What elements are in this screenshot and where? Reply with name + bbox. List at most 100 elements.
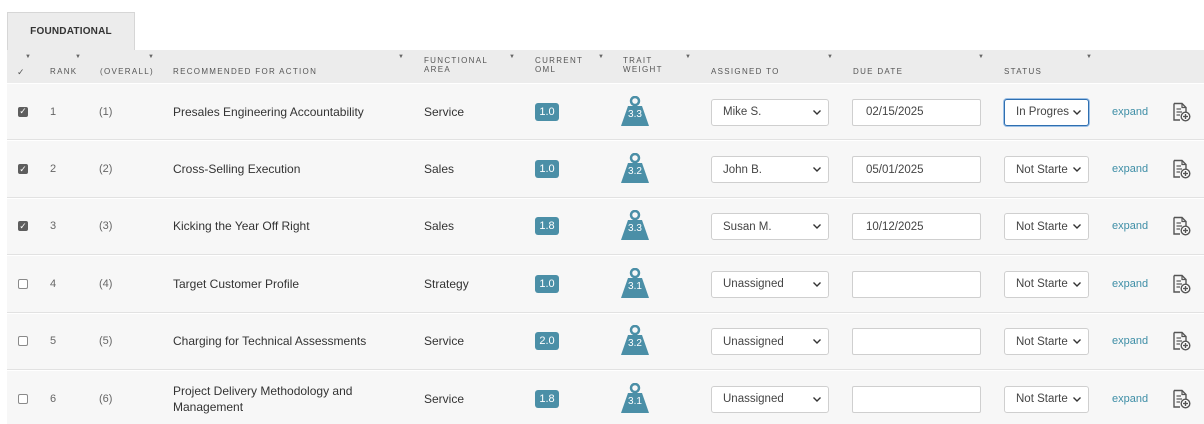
oml-badge: 1.8	[535, 389, 559, 408]
assigned-to-select[interactable]: Mike S.	[711, 98, 829, 126]
row-checkbox[interactable]	[18, 336, 28, 347]
status-value: Not Starte	[1016, 163, 1068, 176]
status-value: Not Starte	[1016, 393, 1068, 406]
status-select[interactable]: In Progres	[1004, 98, 1089, 126]
status-select[interactable]: Not Starte	[1004, 328, 1089, 356]
sort-arrow-icon[interactable]: ▼	[75, 54, 82, 60]
due-date-input[interactable]	[852, 385, 981, 413]
header-oml-line1: CURRENT	[535, 56, 584, 65]
sort-arrow-icon[interactable]: ▼	[398, 54, 405, 60]
table-row: ✓ 2 (2) Cross-Selling Execution Sales 1.0 3.2 J…	[7, 140, 1204, 198]
assigned-to-select[interactable]: Unassigned	[711, 328, 829, 356]
assigned-to-select[interactable]: Unassigned	[711, 385, 829, 413]
document-add-icon[interactable]	[1171, 159, 1191, 179]
chevron-down-icon	[813, 396, 821, 402]
status-select[interactable]: Not Starte	[1004, 213, 1089, 241]
assigned-to-select[interactable]: John B.	[711, 156, 829, 184]
assigned-to-value: John B.	[723, 163, 762, 176]
document-add-icon[interactable]	[1171, 389, 1191, 409]
chevron-down-icon	[1073, 109, 1081, 115]
sort-arrow-icon[interactable]: ▼	[1086, 54, 1093, 60]
functional-area: Sales	[424, 219, 455, 234]
action-name: Target Customer Profile	[173, 276, 300, 291]
checkmark-icon: ✓	[19, 220, 27, 231]
row-checkbox[interactable]	[18, 278, 28, 289]
assigned-to-select[interactable]: Susan M.	[711, 213, 829, 241]
header-overall[interactable]: (OVERALL)	[100, 67, 154, 76]
sort-arrow-icon[interactable]: ▼	[25, 54, 32, 60]
rank-value: 5	[50, 335, 57, 348]
due-date-input[interactable]: 10/12/2025	[852, 213, 981, 241]
assigned-to-value: Susan M.	[723, 220, 772, 233]
header-rank[interactable]: RANK	[50, 67, 77, 76]
status-value: Not Starte	[1016, 220, 1068, 233]
sort-arrow-icon[interactable]: ▼	[827, 54, 834, 60]
header-status[interactable]: STATUS	[1004, 67, 1042, 76]
due-date-input[interactable]: 05/01/2025	[852, 156, 981, 184]
table-row: 4 (4) Target Customer Profile Strategy 1.0 3.…	[7, 255, 1204, 313]
row-checkbox[interactable]	[18, 393, 28, 404]
functional-area: Service	[424, 391, 465, 406]
expand-link[interactable]: expand	[1112, 335, 1148, 347]
oml-badge: 2.0	[535, 332, 559, 351]
expand-link[interactable]: expand	[1112, 278, 1148, 290]
expand-link[interactable]: expand	[1112, 163, 1148, 175]
assigned-to-value: Mike S.	[723, 106, 762, 119]
table-row: ✓ 3 (3) Kicking the Year Off Right Sales 1.8 3…	[7, 197, 1204, 256]
header-due[interactable]: DUE DATE	[853, 67, 903, 76]
table-body: ✓ 1 (1) Presales Engineering Accountability…	[7, 83, 1204, 424]
expand-link[interactable]: expand	[1112, 106, 1148, 118]
status-select[interactable]: Not Starte	[1004, 385, 1089, 413]
due-date-input[interactable]	[852, 270, 981, 298]
header-weight[interactable]: TRAIT WEIGHT	[623, 56, 663, 74]
rank-value: 6	[50, 392, 57, 405]
sort-arrow-icon[interactable]: ▼	[978, 54, 985, 60]
tab-bar: FOUNDATIONAL	[0, 0, 1204, 50]
header-weight-line2: WEIGHT	[623, 65, 663, 74]
header-assigned[interactable]: ASSIGNED TO	[711, 67, 780, 76]
expand-link[interactable]: expand	[1112, 393, 1148, 405]
overall-rank-value: (2)	[99, 163, 113, 176]
trait-weight-value: 3.2	[628, 338, 642, 350]
assigned-to-value: Unassigned	[723, 335, 784, 348]
table-row: 5 (5) Charging for Technical Assessments Se…	[7, 312, 1204, 370]
status-select[interactable]: Not Starte	[1004, 156, 1089, 184]
header-action[interactable]: RECOMMENDED FOR ACTION	[173, 67, 317, 76]
trait-weight-value: 3.1	[628, 395, 642, 407]
sort-arrow-icon[interactable]: ▼	[509, 54, 516, 60]
row-checkbox[interactable]: ✓	[18, 164, 28, 175]
trait-weight-value: 3.3	[628, 108, 642, 120]
oml-badge: 1.0	[535, 160, 559, 179]
assigned-to-value: Unassigned	[723, 393, 784, 406]
action-name: Project Delivery Methodology and Managem…	[173, 383, 353, 414]
overall-rank-value: (5)	[99, 335, 113, 348]
due-date-input[interactable]	[852, 328, 981, 356]
chevron-down-icon	[1073, 281, 1081, 287]
document-add-icon[interactable]	[1171, 331, 1191, 351]
rank-value: 3	[50, 220, 57, 233]
functional-area: Sales	[424, 162, 455, 177]
document-add-icon[interactable]	[1171, 102, 1191, 122]
action-name: Kicking the Year Off Right	[173, 219, 310, 234]
status-select[interactable]: Not Starte	[1004, 270, 1089, 298]
chevron-down-icon	[813, 339, 821, 345]
row-checkbox[interactable]: ✓	[18, 220, 28, 232]
row-checkbox[interactable]: ✓	[18, 106, 28, 117]
action-name: Charging for Technical Assessments	[173, 334, 367, 349]
chevron-down-icon	[813, 224, 821, 230]
functional-area: Strategy	[424, 276, 469, 291]
header-area[interactable]: FUNCTIONAL AREA	[424, 56, 488, 74]
tab-foundational[interactable]: FOUNDATIONAL	[7, 12, 135, 50]
header-oml[interactable]: CURRENT OML	[535, 56, 583, 74]
sort-arrow-icon[interactable]: ▼	[685, 54, 692, 60]
sort-arrow-icon[interactable]: ▼	[148, 54, 155, 60]
trait-weight: 3.1	[620, 382, 652, 413]
document-add-icon[interactable]	[1171, 274, 1191, 294]
sort-arrow-icon[interactable]: ▼	[598, 54, 605, 60]
expand-link[interactable]: expand	[1112, 220, 1148, 232]
due-date-input[interactable]: 02/15/2025	[852, 98, 981, 126]
document-add-icon[interactable]	[1171, 216, 1191, 236]
checkmark-icon: ✓	[19, 106, 27, 117]
rank-value: 2	[50, 163, 57, 176]
assigned-to-select[interactable]: Unassigned	[711, 270, 829, 298]
